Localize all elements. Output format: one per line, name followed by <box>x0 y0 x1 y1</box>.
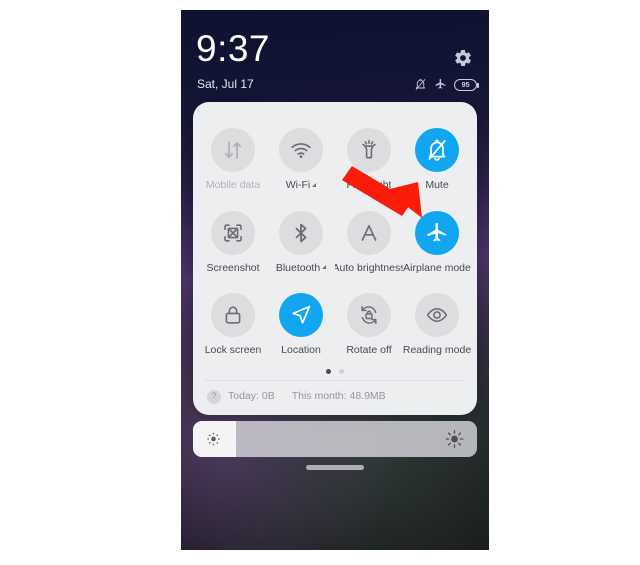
tile-icon-wrapper <box>415 210 459 255</box>
location-arrow-icon <box>292 305 311 324</box>
expand-caret-icon[interactable] <box>312 182 317 187</box>
tile-label-row: Mobile data <box>206 180 260 191</box>
status-icons: 95 <box>414 78 479 91</box>
tile-label-row: Mute <box>425 180 448 191</box>
help-icon[interactable]: ? <box>207 389 221 404</box>
phone-screen: 9:37 Sat, Jul 17 95 Mobile data Wi-Fi Flas… <box>181 10 489 550</box>
tile-icon-wrapper <box>347 210 391 255</box>
tile-icon-wrapper <box>347 128 391 172</box>
rotate-lock-icon <box>361 305 377 325</box>
tile-reading-mode[interactable]: Reading mode <box>403 283 471 362</box>
gear-icon[interactable] <box>453 48 473 68</box>
tile-label-row: Screenshot <box>206 263 259 274</box>
tile-label: Location <box>281 345 321 356</box>
tile-label-row: Flashlight <box>347 180 392 191</box>
page-dot[interactable] <box>326 369 331 374</box>
tile-label-row: Wi-Fi <box>286 180 317 191</box>
bluetooth-icon <box>295 223 307 242</box>
tile-label: Lock screen <box>204 345 262 356</box>
battery-icon: 95 <box>454 78 479 91</box>
tile-mute[interactable]: Mute <box>403 118 471 197</box>
tile-airplane-mode[interactable]: Airplane mode <box>403 201 471 280</box>
tile-label: Mute <box>425 180 449 191</box>
tile-icon-wrapper <box>415 128 459 172</box>
tile-label: Flashlight <box>346 180 392 191</box>
quick-settings-panel: Mobile data Wi-Fi Flashlight Mute Screenshot… <box>193 102 477 415</box>
tile-icon-wrapper <box>415 293 459 337</box>
tile-screenshot[interactable]: Screenshot <box>199 201 267 280</box>
date-label: Sat, Jul 17 <box>197 77 254 91</box>
data-usage-today: Today: 0B <box>228 390 275 403</box>
tile-label-row: Airplane mode <box>403 263 471 274</box>
tile-icon-wrapper <box>279 210 323 255</box>
lock-icon <box>225 306 241 324</box>
tile-wi-fi[interactable]: Wi-Fi <box>267 118 335 197</box>
status-header: 9:37 Sat, Jul 17 95 <box>181 10 489 105</box>
tile-icon-wrapper <box>347 293 391 337</box>
tile-mobile-data[interactable]: Mobile data <box>199 118 267 197</box>
tile-label: Reading mode <box>403 345 471 356</box>
tile-flashlight[interactable]: Flashlight <box>335 118 403 197</box>
tile-label-row: Reading mode <box>403 345 471 356</box>
bell-slash-icon <box>428 139 446 161</box>
tile-label-row: Bluetooth <box>275 262 327 274</box>
airplane-icon <box>427 222 446 241</box>
expand-caret-icon[interactable] <box>322 265 327 270</box>
tile-label: Wi-Fi <box>285 180 311 191</box>
auto-brightness-icon <box>361 224 377 241</box>
tile-icon-wrapper <box>211 128 255 172</box>
tile-label-row: Auto brightness <box>335 263 403 274</box>
tile-label-row: Location <box>281 345 321 356</box>
tile-label: Auto brightness <box>335 262 403 273</box>
tile-label: Bluetooth <box>275 262 321 273</box>
data-usage-month: This month: 48.9MB <box>291 390 386 403</box>
quick-settings-tile-grid: Mobile data Wi-Fi Flashlight Mute Screenshot… <box>193 112 477 362</box>
tile-label: Rotate off <box>346 345 392 356</box>
tile-icon-wrapper <box>211 293 255 337</box>
clock: 9:37 <box>196 28 271 69</box>
tile-label: Airplane mode <box>403 262 471 273</box>
battery-level: 95 <box>461 79 470 89</box>
mobile-data-icon <box>224 141 242 159</box>
tile-label: Mobile data <box>205 180 261 191</box>
tile-auto-brightness[interactable]: Auto brightness <box>335 201 403 280</box>
wifi-icon <box>291 143 311 158</box>
tile-icon-wrapper <box>279 293 323 337</box>
bell-slash-icon <box>415 78 426 90</box>
tile-label-row: Lock screen <box>205 345 262 356</box>
home-indicator[interactable] <box>306 465 364 470</box>
brightness-low-icon <box>207 432 220 446</box>
tile-location[interactable]: Location <box>267 283 335 362</box>
flashlight-icon <box>362 140 376 159</box>
tile-label: Screenshot <box>206 262 260 273</box>
brightness-slider[interactable] <box>193 421 477 457</box>
tile-rotate-off[interactable]: Rotate off <box>335 283 403 362</box>
tile-icon-wrapper <box>279 128 323 172</box>
airplane-icon <box>435 78 446 89</box>
tile-bluetooth[interactable]: Bluetooth <box>267 201 335 280</box>
brightness-high-icon <box>445 430 464 448</box>
screenshot-icon <box>224 223 242 242</box>
tile-lock-screen[interactable]: Lock screen <box>199 283 267 362</box>
page-dot[interactable] <box>339 369 344 374</box>
data-usage-row[interactable]: ? Today: 0B This month: 48.9MB <box>193 381 477 415</box>
eye-icon <box>426 308 448 322</box>
tile-icon-wrapper <box>211 210 255 255</box>
page-indicator[interactable] <box>193 364 477 380</box>
tile-label-row: Rotate off <box>346 345 391 356</box>
